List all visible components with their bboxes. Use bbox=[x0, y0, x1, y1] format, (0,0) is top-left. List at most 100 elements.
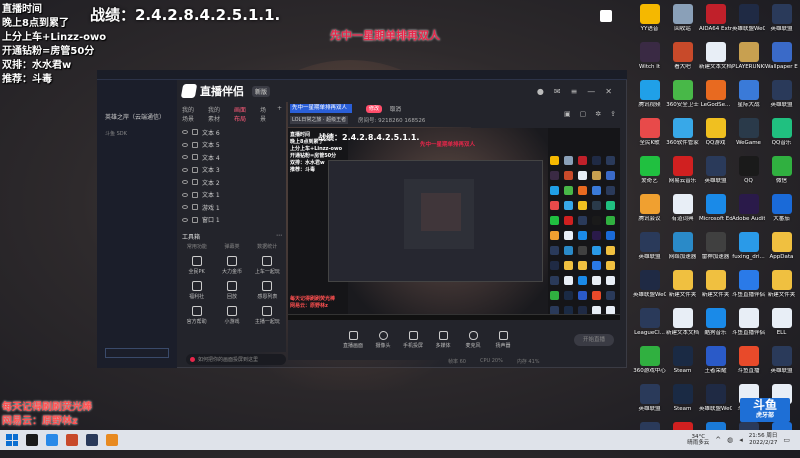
desktop-icon[interactable]: Witch It bbox=[633, 40, 666, 78]
lock-icon[interactable] bbox=[192, 191, 198, 198]
more-icon[interactable]: ⋯ bbox=[276, 232, 282, 241]
desktop-icon[interactable]: QQ音乐 bbox=[765, 116, 798, 154]
desktop-icon[interactable]: 网易云音乐 bbox=[666, 154, 699, 192]
desktop-icon[interactable]: 360安全卫士 bbox=[666, 78, 699, 116]
category-tag[interactable]: LOL日常之旅 · 超级王者 bbox=[290, 116, 349, 124]
desktop-icon[interactable]: 全民K歌 bbox=[633, 116, 666, 154]
subtab-stats[interactable]: 数据统计 bbox=[257, 243, 277, 250]
desktop-icon[interactable]: 英雄联盟 bbox=[765, 78, 798, 116]
desktop-icon[interactable]: 新建文件夹 bbox=[699, 268, 732, 306]
subtab-common[interactable]: 常用功能 bbox=[187, 243, 207, 250]
desktop-icon[interactable]: 大番茄 bbox=[765, 192, 798, 230]
desktop-icon[interactable]: Steam bbox=[666, 344, 699, 382]
feedback-bar[interactable]: 如何把你的画面投屏到这里 bbox=[186, 354, 286, 365]
lock-icon[interactable] bbox=[192, 179, 198, 186]
tab-scene[interactable]: 场景 bbox=[260, 105, 269, 123]
desktop-icon[interactable]: Microsoft Edge bbox=[699, 192, 732, 230]
desktop-icon[interactable]: AIDA64 Extreme bbox=[699, 2, 732, 40]
layer-row[interactable]: 窗口 1 bbox=[178, 214, 286, 227]
speaker-button[interactable]: 扬声器 bbox=[490, 331, 516, 349]
lock-icon[interactable] bbox=[192, 204, 198, 211]
lock-icon[interactable] bbox=[192, 154, 198, 161]
desktop-icon[interactable]: YY语音 bbox=[633, 2, 666, 40]
toolbox-item[interactable]: 感恩列表 bbox=[251, 281, 284, 300]
subtab-danmaku[interactable]: 弹幕类 bbox=[224, 243, 239, 250]
desktop-icon[interactable]: 英雄联盟WeGame版 bbox=[699, 382, 732, 420]
phone-cast-button[interactable]: 手机投屏 bbox=[400, 331, 426, 349]
toolbox-item[interactable]: 主播一起玩 bbox=[251, 306, 284, 325]
network-icon[interactable]: ◍ bbox=[727, 436, 733, 444]
eye-icon[interactable] bbox=[182, 192, 188, 197]
desktop-icon[interactable]: 王者荣耀 bbox=[699, 344, 732, 382]
desktop-icon[interactable]: QQ bbox=[732, 154, 765, 192]
desktop-icon[interactable]: Adobe Audition bbox=[732, 192, 765, 230]
clock[interactable]: 21:56 周日 2022/2/27 bbox=[749, 433, 778, 447]
toolbox-item[interactable]: 上车一起玩 bbox=[251, 256, 284, 275]
eye-icon[interactable] bbox=[182, 180, 188, 185]
layer-row[interactable]: 文本 6 bbox=[178, 126, 286, 139]
lock-icon[interactable] bbox=[192, 216, 198, 223]
toolbox-item[interactable]: 小游戏 bbox=[215, 306, 248, 325]
gift-icon[interactable]: ▣ bbox=[564, 110, 571, 118]
taskbar-app-icon[interactable] bbox=[106, 434, 118, 446]
desktop-icon[interactable]: WeGame bbox=[732, 116, 765, 154]
start-live-button[interactable]: 开始直播 bbox=[574, 334, 614, 346]
minimize-icon[interactable]: — bbox=[587, 87, 595, 96]
eye-icon[interactable] bbox=[182, 130, 188, 135]
add-icon[interactable]: + bbox=[277, 105, 282, 123]
desktop-icon[interactable]: 英雄联盟 bbox=[765, 344, 798, 382]
cancel-button[interactable]: 取消 bbox=[390, 105, 401, 113]
desktop-icon[interactable]: 360软件管家 bbox=[666, 116, 699, 154]
lock-icon[interactable] bbox=[192, 129, 198, 136]
tab-my-assets[interactable]: 我的素材 bbox=[208, 105, 226, 123]
close-icon[interactable]: ✕ bbox=[605, 87, 612, 96]
menu-icon[interactable]: ≡ bbox=[571, 87, 578, 96]
desktop-icon[interactable]: Wallpaper Engine bbox=[765, 40, 798, 78]
avatar[interactable]: ● bbox=[537, 87, 544, 96]
live-preview[interactable]: 战绩：2.4.2.8.4.2.5.1.1. 先中一星期单排再双人 直播时间 晚上… bbox=[288, 128, 620, 320]
volume-icon[interactable]: ◂ bbox=[739, 436, 743, 444]
desktop-icon[interactable]: 斗鱼直播 bbox=[732, 344, 765, 382]
desktop-icon[interactable]: 英雄联盟WeGame版 bbox=[633, 268, 666, 306]
windows-start-icon[interactable] bbox=[6, 434, 18, 446]
lock-icon[interactable] bbox=[192, 166, 198, 173]
eye-icon[interactable] bbox=[182, 167, 188, 172]
multimedia-button[interactable]: 多媒体 bbox=[430, 331, 456, 349]
layer-row[interactable]: 文本 2 bbox=[178, 176, 286, 189]
desktop-icon[interactable]: 腾讯会议 bbox=[633, 192, 666, 230]
chevron-up-icon[interactable]: ^ bbox=[715, 436, 721, 444]
toolbox-item[interactable]: 官方帮助 bbox=[180, 306, 213, 325]
desktop-icon[interactable]: 网络加速器 bbox=[666, 230, 699, 268]
desktop-icon[interactable]: 英雄联盟 bbox=[633, 230, 666, 268]
desktop-icon[interactable]: 雷神加速器 bbox=[699, 230, 732, 268]
layer-row[interactable]: 文本 4 bbox=[178, 151, 286, 164]
room-title-input[interactable]: 先中一星期单排再双人 bbox=[290, 104, 352, 113]
desktop-icon[interactable]: 新建文件夹 bbox=[666, 268, 699, 306]
toolbox-item[interactable]: 福利社 bbox=[180, 281, 213, 300]
lock-icon[interactable] bbox=[192, 141, 198, 148]
desktop-icon[interactable]: 新建文本文档 bbox=[699, 40, 732, 78]
microphone-button[interactable]: 麦克风 bbox=[460, 331, 486, 349]
game-client-button[interactable] bbox=[105, 348, 169, 358]
desktop-icon[interactable]: LeGodSe... bbox=[699, 78, 732, 116]
eye-icon[interactable] bbox=[182, 205, 188, 210]
desktop-icon[interactable]: ELL bbox=[765, 306, 798, 344]
edit-button[interactable]: 修改 bbox=[366, 105, 382, 113]
eye-icon[interactable] bbox=[182, 155, 188, 160]
desktop-icon[interactable]: 英雄联盟 bbox=[765, 2, 798, 40]
eye-icon[interactable] bbox=[182, 217, 188, 222]
layer-row[interactable]: 文本 1 bbox=[178, 189, 286, 202]
gear-icon[interactable]: ✲ bbox=[595, 110, 601, 118]
tab-my-scenes[interactable]: 我的场景 bbox=[182, 105, 200, 123]
desktop-icon[interactable]: 英雄联盟 bbox=[633, 382, 666, 420]
add-camera-button[interactable]: 摄像头 bbox=[370, 331, 396, 349]
toolbox-item[interactable]: 回放 bbox=[215, 281, 248, 300]
weather-widget[interactable]: 34°C 晴雨多云 bbox=[687, 434, 709, 446]
desktop-icon[interactable]: LeagueCl... bbox=[633, 306, 666, 344]
desktop-icon[interactable]: 英雄联盟WeGame版 bbox=[732, 2, 765, 40]
desktop-icon[interactable]: 斗鱼直播伴侣 bbox=[732, 268, 765, 306]
desktop-icon[interactable]: 英雄联盟 bbox=[699, 154, 732, 192]
eye-icon[interactable] bbox=[182, 142, 188, 147]
toolbox-item[interactable]: 大力金币 bbox=[215, 256, 248, 275]
taskbar-app-icon[interactable] bbox=[86, 434, 98, 446]
